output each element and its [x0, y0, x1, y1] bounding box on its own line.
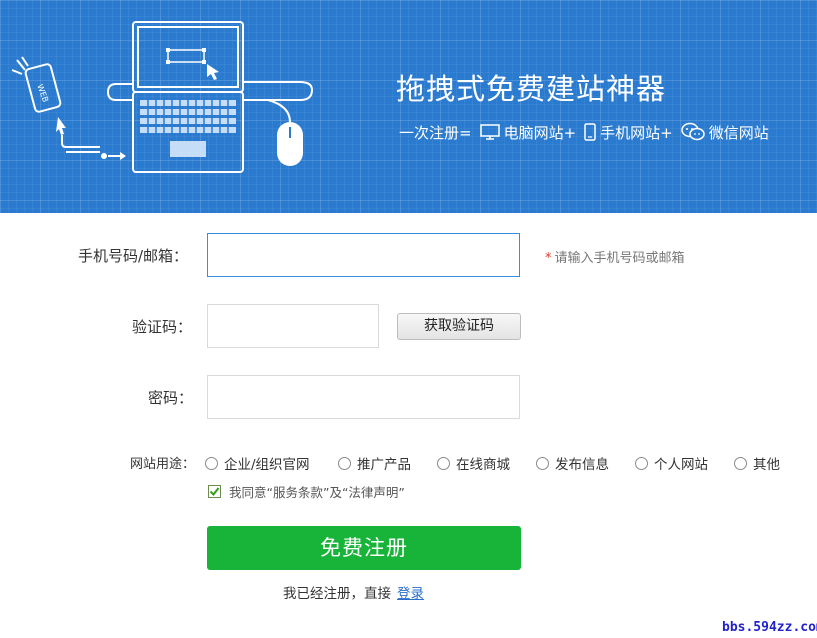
- banner-prefix: 一次注册=: [399, 123, 472, 142]
- phone-email-hint-text: 请输入手机号码或邮箱: [554, 251, 685, 266]
- wechat-icon: [680, 122, 705, 142]
- mouse-icon: [277, 122, 303, 166]
- login-link[interactable]: 登录: [397, 586, 424, 602]
- banner-title: 拖拽式免费建站神器: [396, 72, 667, 106]
- cursor-icon: [56, 117, 66, 135]
- radio-button[interactable]: [536, 456, 549, 470]
- header-banner: WEB 拖拽式免费建站神器 一次注册= 电脑网站+ 手机网站+ 微信网站: [0, 0, 817, 213]
- register-button[interactable]: 免费注册: [207, 526, 521, 570]
- usage-option-label: 个人网站: [654, 457, 708, 473]
- captcha-input[interactable]: [207, 304, 379, 348]
- login-prompt: 我已经注册，直接 登录: [283, 582, 424, 602]
- radio-button[interactable]: [338, 456, 351, 470]
- monitor-icon: [479, 124, 500, 140]
- phone-screen-text: WEB: [35, 83, 50, 103]
- password-label: 密码：: [148, 389, 194, 407]
- banner-subtitle: 一次注册= 电脑网站+ 手机网站+ 微信网站: [399, 120, 769, 144]
- agreement-row[interactable]: 我同意“服务条款”及“法律声明”: [208, 482, 405, 501]
- get-captcha-button[interactable]: 获取验证码: [397, 313, 521, 340]
- required-star: *: [545, 251, 552, 266]
- usage-label: 网站用途：: [130, 457, 196, 472]
- radio-button[interactable]: [205, 456, 218, 470]
- phone-email-label: 手机号码/邮箱：: [78, 247, 189, 265]
- banner-item-wechat: 微信网站: [708, 123, 769, 142]
- radio-button[interactable]: [437, 456, 450, 470]
- phone-email-input[interactable]: [207, 233, 520, 277]
- watermark: bbs.594zz.com: [722, 620, 817, 635]
- usage-option-label: 发布信息: [555, 457, 609, 473]
- login-prompt-text: 我已经注册，直接: [283, 586, 391, 602]
- check-icon: [209, 487, 220, 497]
- password-input[interactable]: [207, 375, 520, 419]
- usage-option-promotion[interactable]: 推广产品: [338, 453, 411, 473]
- usage-option-label: 在线商城: [456, 457, 510, 473]
- phone-email-hint: * 请输入手机号码或邮箱: [545, 247, 685, 266]
- banner-illustration: WEB: [11, 21, 314, 173]
- agreement-text: 我同意“服务条款”及“法律声明”: [229, 485, 405, 500]
- phone-icon: [584, 123, 596, 141]
- usage-option-store[interactable]: 在线商城: [437, 453, 510, 473]
- usage-option-info[interactable]: 发布信息: [536, 453, 609, 473]
- banner-item-desktop: 电脑网站+: [503, 123, 577, 142]
- usage-option-label: 推广产品: [357, 457, 411, 473]
- usage-option-label: 其他: [753, 457, 780, 473]
- radio-button[interactable]: [734, 456, 747, 470]
- usage-option-corporate[interactable]: 企业/组织官网: [205, 453, 310, 473]
- usage-option-label: 企业/组织官网: [224, 457, 310, 473]
- banner-item-mobile: 手机网站+: [600, 123, 673, 142]
- usage-option-personal[interactable]: 个人网站: [635, 453, 708, 473]
- usage-option-other[interactable]: 其他: [734, 453, 780, 473]
- captcha-label: 验证码：: [132, 318, 193, 336]
- radio-button[interactable]: [635, 456, 648, 470]
- agreement-checkbox[interactable]: [208, 485, 221, 498]
